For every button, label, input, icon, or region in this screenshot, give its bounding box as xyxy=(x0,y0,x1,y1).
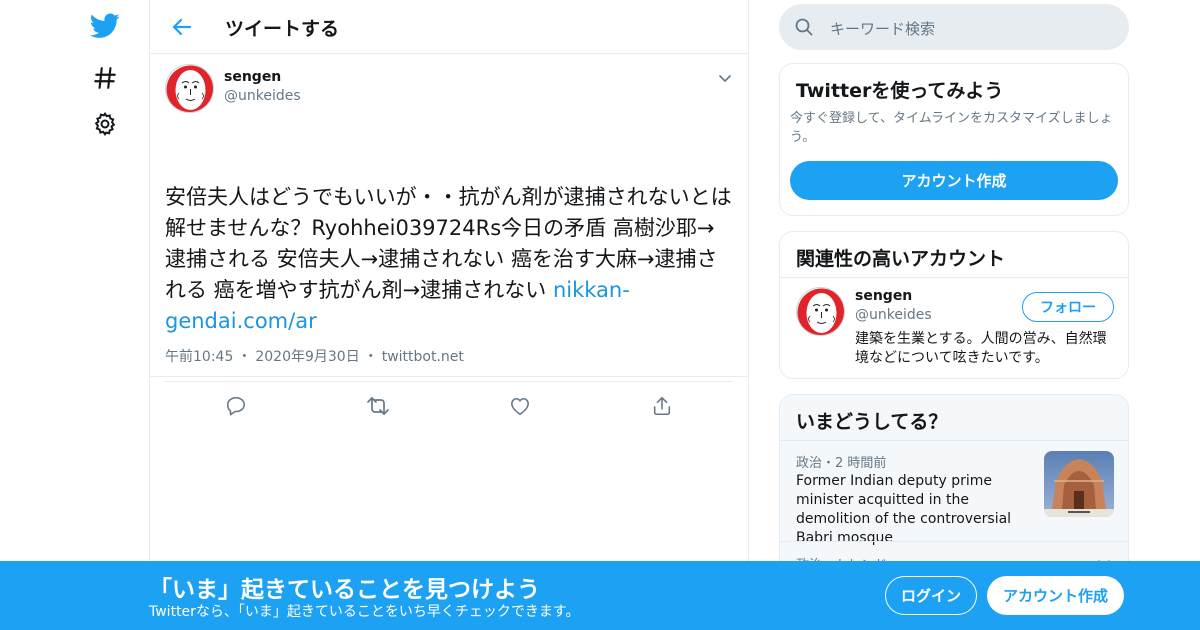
related-accounts-card: 関連性の高いアカウント sengen @unkeides フォロー 建築を生業と… xyxy=(779,231,1129,379)
tweet-time[interactable]: 午前10:45 xyxy=(165,349,233,365)
signup-banner: 「いま」起きていることを見つけよう Twitterなら、「いま」起きていることを… xyxy=(0,561,1200,630)
tweet-actions xyxy=(165,394,733,420)
share-icon[interactable] xyxy=(650,394,674,418)
divider xyxy=(165,381,733,382)
login-button[interactable]: ログイン xyxy=(885,576,977,615)
divider xyxy=(780,440,1128,441)
create-account-button[interactable]: アカウント作成 xyxy=(790,161,1118,200)
hashtag-icon[interactable] xyxy=(89,62,121,94)
page-title: ツイートする xyxy=(225,18,340,40)
tweet-source[interactable]: twittbot.net xyxy=(382,349,464,365)
author-handle[interactable]: @unkeides xyxy=(224,88,301,104)
divider xyxy=(780,277,1128,278)
create-account-button[interactable]: アカウント作成 xyxy=(987,576,1124,615)
separator-dot: ・ xyxy=(237,349,252,365)
gear-icon[interactable] xyxy=(89,108,121,140)
divider xyxy=(780,541,1128,542)
banner-title: 「いま」起きていることを見つけよう xyxy=(149,577,540,603)
signup-card-title: Twitterを使ってみよう xyxy=(796,80,1004,102)
author-name[interactable]: sengen xyxy=(224,69,281,85)
banner-subtitle: Twitterなら、「いま」起きていることをいち早くチェックできます。 xyxy=(149,604,580,620)
tweet-date[interactable]: 2020年9月30日 xyxy=(255,349,359,365)
trend-thumbnail[interactable] xyxy=(1044,451,1114,517)
signup-card-description: 今すぐ登録して、タイムラインをカスタマイズしましょう。 xyxy=(790,111,1113,145)
tweet-header: ツイートする xyxy=(150,0,748,54)
search-input[interactable]: キーワード検索 xyxy=(830,18,935,39)
search-bar[interactable]: キーワード検索 xyxy=(779,4,1129,50)
divider xyxy=(150,376,748,377)
tweet-column: ツイートする sengen @unkeides 安倍夫人はどうでもいいが・・抗が… xyxy=(149,0,749,630)
twitter-bird-icon[interactable] xyxy=(89,10,121,42)
trend-headline[interactable]: Former Indian deputy prime minister acqu… xyxy=(796,472,1031,548)
tweet-meta: 午前10:45 ・ 2020年9月30日・ twittbot.net xyxy=(165,346,464,366)
related-account-name[interactable]: sengen xyxy=(855,288,912,304)
avatar[interactable] xyxy=(796,287,845,336)
follow-button[interactable]: フォロー xyxy=(1022,292,1114,322)
left-nav xyxy=(0,0,149,630)
separator-dot: ・ xyxy=(363,349,378,365)
signup-card: Twitterを使ってみよう 今すぐ登録して、タイムラインをカスタマイズしましょ… xyxy=(779,63,1129,216)
back-arrow-icon[interactable] xyxy=(168,13,196,41)
reply-icon[interactable] xyxy=(224,394,248,418)
search-icon xyxy=(795,18,813,36)
avatar[interactable] xyxy=(165,64,214,113)
like-icon[interactable] xyxy=(508,394,532,418)
tweet-body: 安倍夫人はどうでもいいが・・抗がん剤が逮捕されないとは解せませんな？Ryohhe… xyxy=(165,185,732,302)
retweet-icon[interactable] xyxy=(366,394,390,418)
trend-meta: 政治・2 時間前 xyxy=(796,456,887,471)
related-account-bio: 建築を生業とする。人間の営み、自然環境などについて呟きたいです。 xyxy=(855,331,1107,366)
tweet-text: 安倍夫人はどうでもいいが・・抗がん剤が逮捕されないとは解せませんな？Ryohhe… xyxy=(165,182,735,337)
related-card-title: 関連性の高いアカウント xyxy=(796,248,1006,270)
trends-card-title: いまどうしてる？ xyxy=(796,411,948,433)
related-account-handle[interactable]: @unkeides xyxy=(855,307,932,323)
chevron-down-icon[interactable] xyxy=(716,69,734,87)
